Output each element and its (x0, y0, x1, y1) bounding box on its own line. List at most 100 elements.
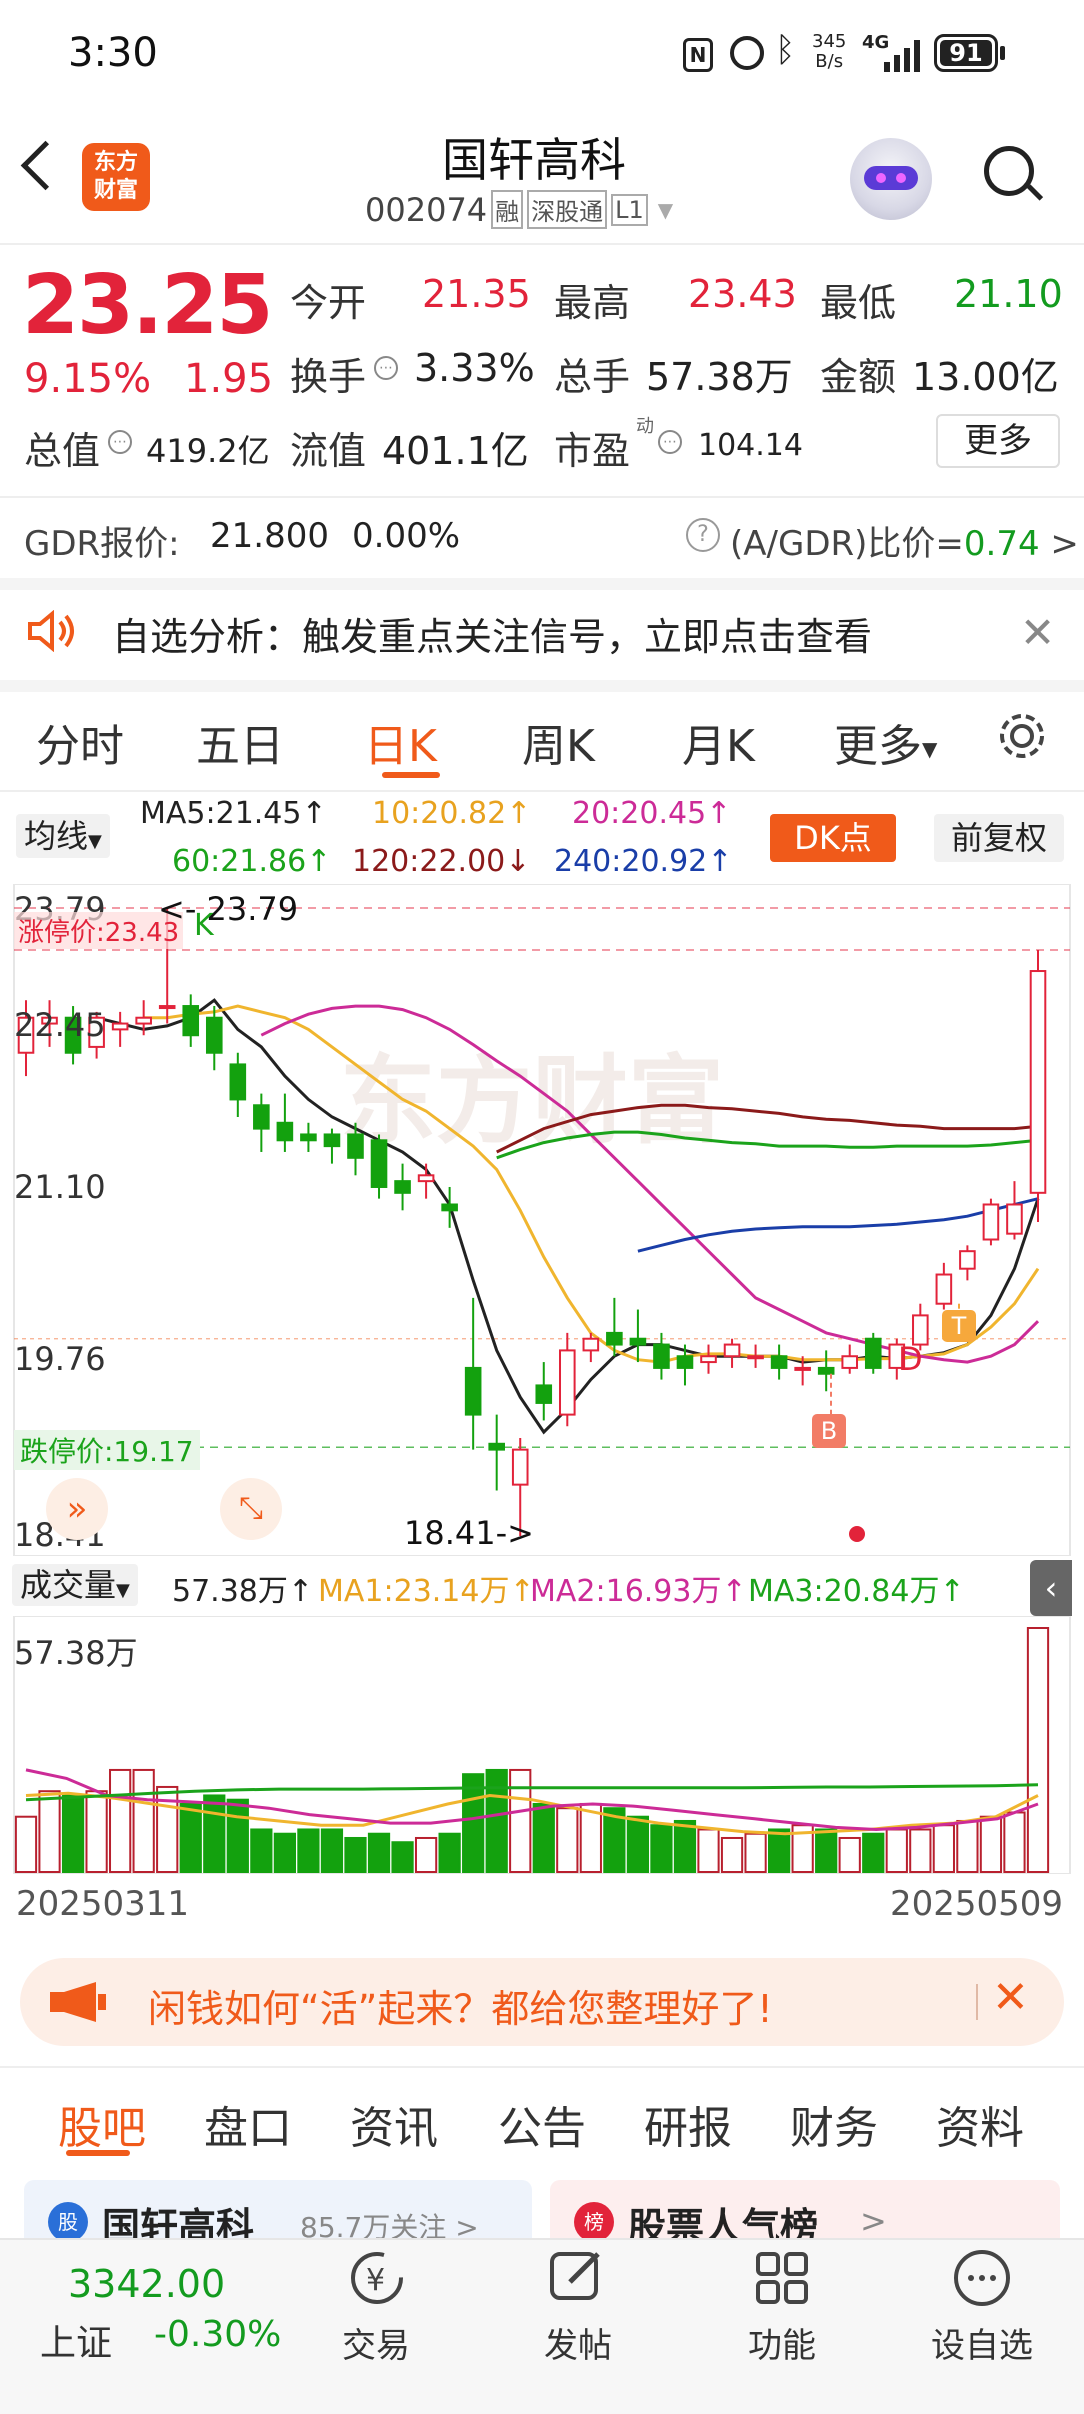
volume-bar (320, 1828, 344, 1873)
trade-icon[interactable]: ¥ (342, 2248, 412, 2308)
candle-body (770, 1355, 788, 1369)
gdr-ratio-arrow: > (1050, 524, 1079, 564)
nav-trade[interactable]: 交易 (306, 2318, 446, 2367)
volume-y-max: 57.38万 (14, 1634, 138, 1672)
hot-rank-card[interactable]: 榜 股票人气榜 > (550, 2180, 1060, 2240)
settings-icon-svg (1000, 714, 1044, 758)
dk-point-button[interactable]: DK点 (770, 814, 896, 862)
watchlist-add-icon-svg (954, 2250, 1010, 2306)
index-pct[interactable]: -0.30% (154, 2314, 281, 2355)
nav-post[interactable]: 发帖 (508, 2318, 648, 2367)
megaphone-icon (46, 1980, 110, 2024)
nav-add-watchlist[interactable]: 设自选 (912, 2318, 1052, 2367)
last-price: 23.25 (22, 258, 273, 353)
back-icon[interactable] (20, 140, 71, 191)
gdr-ratio[interactable]: (A/GDR)比价=0.74 > (730, 516, 1079, 565)
volume-bar (1026, 1627, 1050, 1873)
low-label: 最低 (820, 281, 897, 325)
hot-rank-arrow: > (860, 2202, 887, 2240)
volume-bar (132, 1768, 155, 1873)
volume-bar (250, 1828, 273, 1873)
high-value: 23.43 (688, 272, 797, 316)
status-time: 3:30 (68, 30, 158, 76)
watchlist-add-icon[interactable] (952, 2248, 1012, 2308)
mcap-value: 419.2亿 (146, 432, 270, 470)
robot-eye-left (876, 173, 886, 183)
ad-close-icon[interactable]: ✕ (992, 1972, 1029, 2023)
more-button[interactable]: 更多 (936, 414, 1060, 468)
tab-intraday[interactable]: 分时 (36, 710, 124, 774)
expand-icon[interactable]: ⤡ (220, 1478, 282, 1540)
notice-text[interactable]: 自选分析：触发重点关注信号，立即点击查看 (112, 606, 872, 661)
volume-bar (297, 1828, 320, 1873)
post-icon[interactable] (546, 2246, 606, 2306)
nav-function[interactable]: 功能 (712, 2318, 852, 2367)
ad-separator (976, 1984, 978, 2020)
subtab-profile[interactable]: 资料 (936, 2092, 1024, 2156)
trade-icon-svg: ¥ (351, 2252, 403, 2304)
tab-five-day[interactable]: 五日 (196, 710, 284, 774)
subtab-order-book[interactable]: 盘口 (204, 2092, 292, 2156)
index-name[interactable]: 上证 (40, 2314, 112, 2366)
subtab-research[interactable]: 研报 (644, 2092, 732, 2156)
function-icon[interactable] (752, 2248, 812, 2308)
volume-bar (14, 1815, 38, 1874)
volume-bar (720, 1836, 744, 1873)
volume-type-select[interactable]: 成交量▼ (12, 1564, 138, 1606)
ad-banner[interactable]: 闲钱如何“活”起来？都给您整理好了! ✕ (20, 1958, 1064, 2046)
max-marker: <- 23.79 (158, 890, 299, 928)
candle-body (700, 1355, 717, 1364)
amount-label: 金额 (820, 355, 897, 399)
event-dot[interactable] (849, 1526, 865, 1542)
ma-type-select[interactable]: 均线▼ (16, 814, 110, 858)
dropdown-icon[interactable]: ▼ (658, 198, 673, 222)
turnover-label: 换手 (290, 355, 367, 399)
index-value[interactable]: 3342.00 (68, 2262, 225, 2306)
collapse-tab-icon[interactable]: ‹ (1030, 1560, 1072, 1616)
fast-forward-icon[interactable]: » (46, 1478, 108, 1540)
notice-close-icon[interactable]: ✕ (1020, 608, 1055, 657)
volume-chart[interactable] (0, 1616, 1084, 1874)
pe-label: 市盈 (554, 429, 631, 473)
forum-card-icon: 股 (48, 2202, 88, 2240)
tab-monthly-k[interactable]: 月K (682, 710, 755, 774)
forum-card[interactable]: 股 国轩高科 85.7万关注 > (24, 2180, 532, 2240)
mcap-info-icon[interactable]: ⋯ (108, 430, 132, 454)
tab-more[interactable]: 更多▼ (834, 710, 937, 774)
tab-daily-k[interactable]: 日K (364, 710, 437, 774)
kline-y-4: 19.76 (14, 1340, 106, 1378)
settings-icon[interactable] (994, 708, 1050, 764)
signal-t[interactable]: T (942, 1310, 976, 1342)
volume-bar (344, 1836, 367, 1873)
turnover-info-icon[interactable]: ⋯ (374, 356, 398, 380)
robot-eye-right (896, 173, 906, 183)
volume-bar (767, 1828, 791, 1873)
ma120-value: 120:22.00↓ (352, 844, 531, 879)
subtab-forum[interactable]: 股吧 (58, 2092, 146, 2156)
volume-bar (367, 1832, 391, 1873)
candle-body (535, 1384, 553, 1404)
candle-body (653, 1343, 670, 1369)
tab-weekly-k[interactable]: 周K (522, 710, 595, 774)
candle-body (182, 1005, 200, 1037)
robot-assistant-icon[interactable] (850, 138, 932, 220)
search-icon[interactable] (984, 146, 1044, 201)
pe-info-icon[interactable]: ⋯ (658, 430, 682, 454)
adjust-button[interactable]: 前复权 (934, 814, 1064, 862)
subtab-news[interactable]: 资讯 (350, 2092, 438, 2156)
subtab-announcement[interactable]: 公告 (498, 2092, 586, 2156)
candle-body (723, 1343, 741, 1358)
signal-b[interactable]: B (812, 1414, 846, 1448)
candle-body (1029, 970, 1047, 1194)
volume-bar (38, 1790, 61, 1873)
volume-bar (697, 1828, 720, 1873)
candle-body (864, 1337, 882, 1369)
k-marker: K (194, 908, 214, 943)
watermark-text: 东方财富 (340, 1045, 724, 1157)
gdr-help-icon[interactable]: ? (686, 518, 720, 552)
min-marker: 18.41-> (404, 1514, 534, 1552)
volume-bar (226, 1798, 249, 1873)
volume-bar (885, 1828, 908, 1873)
volume-bar (391, 1841, 414, 1874)
subtab-finance[interactable]: 财务 (790, 2092, 878, 2156)
